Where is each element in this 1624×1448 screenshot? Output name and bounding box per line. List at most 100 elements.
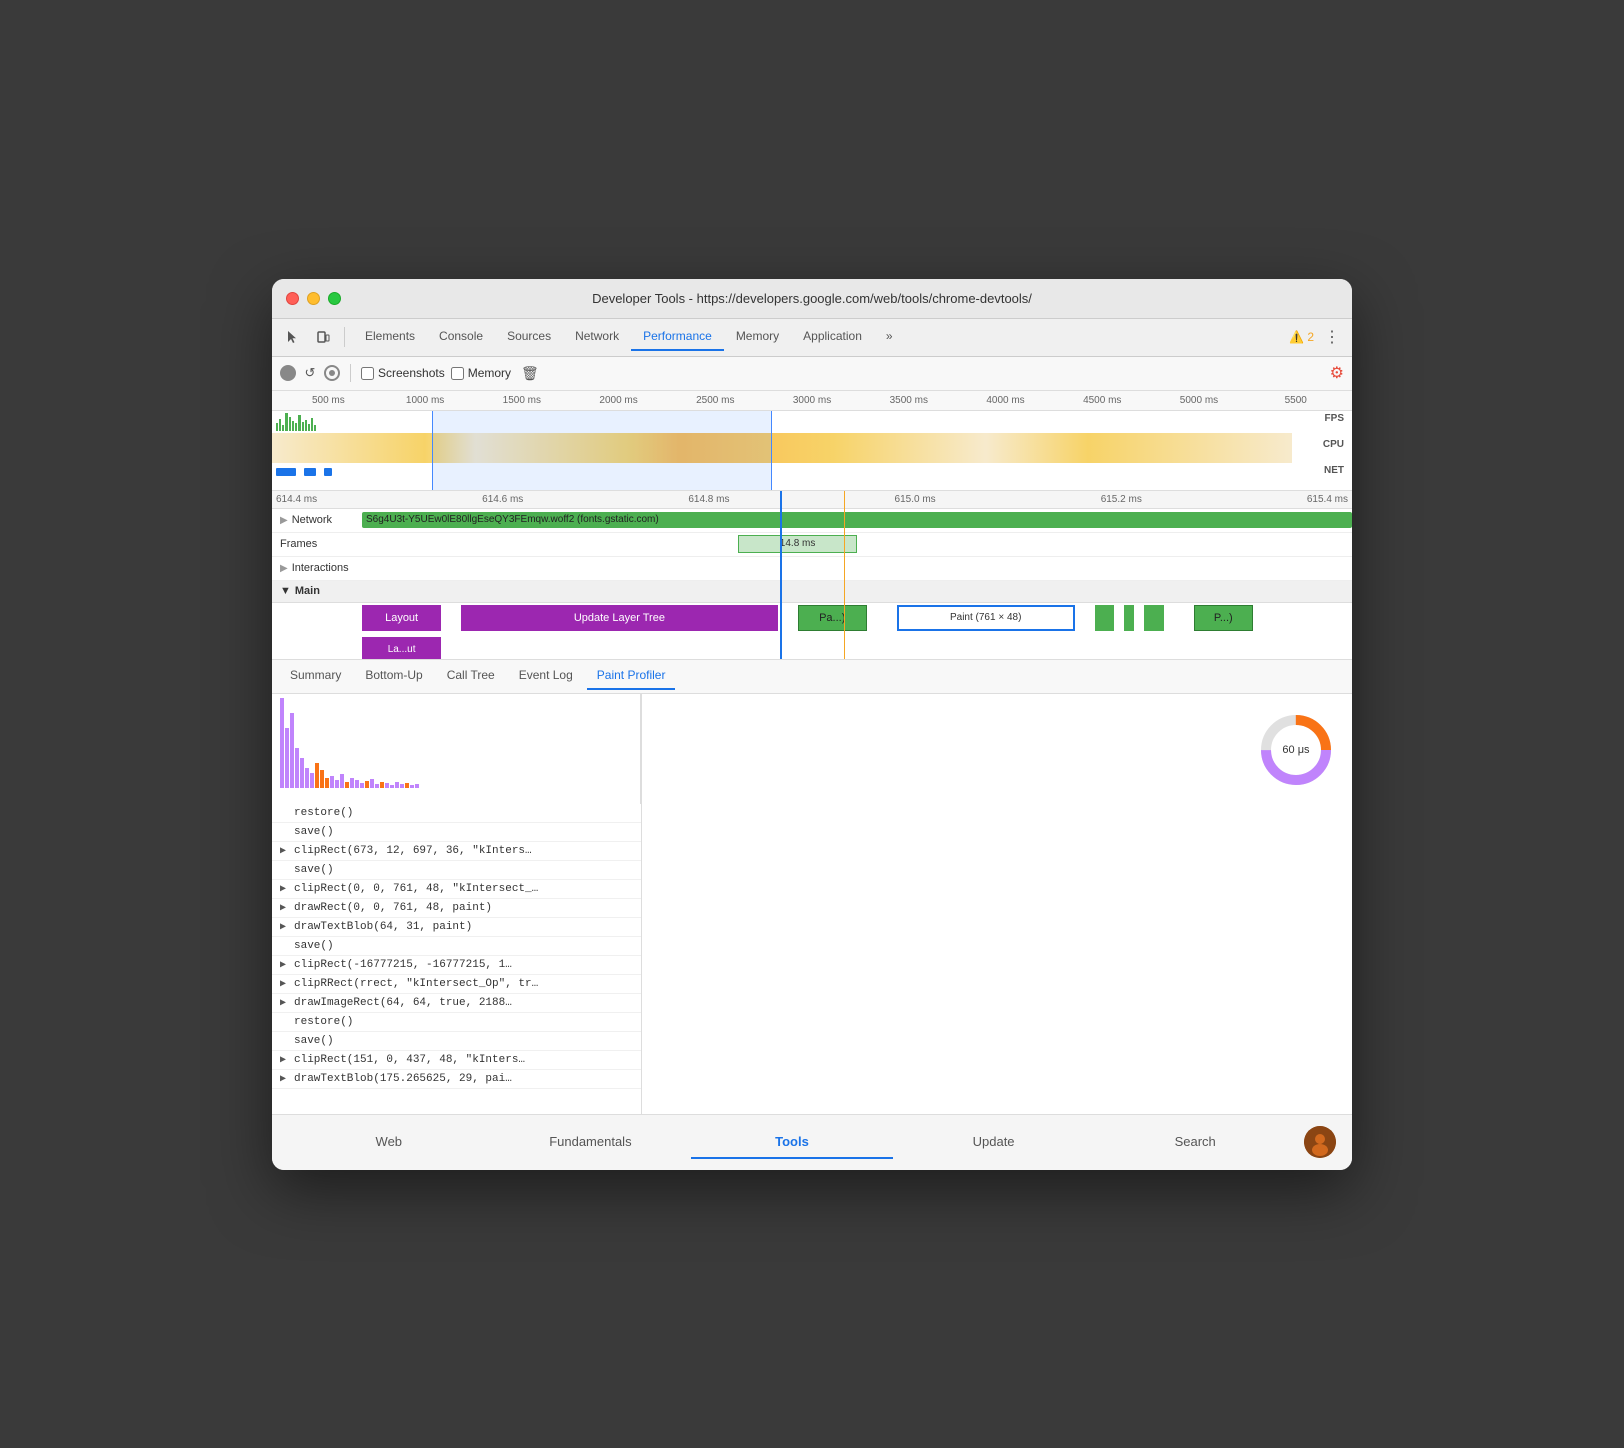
nav-fundamentals[interactable]: Fundamentals xyxy=(490,1126,692,1159)
small-task-2[interactable] xyxy=(1124,605,1134,631)
minimize-button[interactable] xyxy=(307,292,320,305)
nav-tools[interactable]: Tools xyxy=(691,1126,893,1159)
interactions-label: ▶ Interactions xyxy=(272,562,362,574)
ruler-3500: 3500 ms xyxy=(860,395,957,406)
overview-timeline: 500 ms 1000 ms 1500 ms 2000 ms 2500 ms 3… xyxy=(272,391,1352,491)
cpu-label: CPU xyxy=(1323,439,1344,450)
detail-ruler: 614.4 ms 614.6 ms 614.8 ms 615.0 ms 615.… xyxy=(272,491,1352,509)
tab-paint-profiler[interactable]: Paint Profiler xyxy=(587,662,676,690)
device-icon[interactable] xyxy=(310,324,336,350)
cmd-text: drawTextBlob(64, 31, paint) xyxy=(294,921,472,933)
tab-console[interactable]: Console xyxy=(427,323,495,351)
tab-summary[interactable]: Summary xyxy=(280,662,351,690)
cmd-cliprect-1[interactable]: ▶ clipRect(673, 12, 697, 36, "kInters… xyxy=(272,842,641,861)
net-label: NET xyxy=(1324,465,1344,476)
trash-icon[interactable]: 🗑 xyxy=(521,365,539,382)
bottom-content: restore() save() ▶ clipRect(673, 12, 697… xyxy=(272,694,1352,1114)
cmd-text: clipRRect(rrect, "kIntersect_Op", tr… xyxy=(294,978,538,990)
separator-1 xyxy=(344,327,345,347)
memory-checkbox[interactable] xyxy=(451,367,464,380)
tab-application[interactable]: Application xyxy=(791,323,874,351)
paint-chart xyxy=(272,694,641,804)
cmd-save-3[interactable]: save() xyxy=(272,937,641,956)
update-layer-tree-task[interactable]: Update Layer Tree xyxy=(461,605,778,631)
layout-task[interactable]: Layout xyxy=(362,605,441,631)
reload-button[interactable]: ↺ xyxy=(302,365,318,381)
cmd-cliprrect[interactable]: ▶ clipRRect(rrect, "kIntersect_Op", tr… xyxy=(272,975,641,994)
tab-more[interactable]: » xyxy=(874,323,905,351)
cmd-cliprect-2[interactable]: ▶ clipRect(0, 0, 761, 48, "kIntersect_… xyxy=(272,880,641,899)
cmd-text: clipRect(-16777215, -16777215, 1… xyxy=(294,959,512,971)
browser-navbar: Web Fundamentals Tools Update Search xyxy=(272,1114,1352,1170)
settings-icon[interactable]: ⚙ xyxy=(1330,363,1344,383)
tab-sources[interactable]: Sources xyxy=(495,323,563,351)
cmd-restore-2[interactable]: restore() xyxy=(272,1013,641,1032)
tasks-row: Layout Update Layer Tree Pa...) Paint (7… xyxy=(362,603,1352,635)
cmd-text: clipRect(151, 0, 437, 48, "kInters… xyxy=(294,1054,525,1066)
separator xyxy=(350,364,351,382)
cmd-save-4[interactable]: save() xyxy=(272,1032,641,1051)
record-button[interactable] xyxy=(280,365,296,381)
nav-update[interactable]: Update xyxy=(893,1126,1095,1159)
nav-search[interactable]: Search xyxy=(1094,1126,1296,1159)
main-toolbar: Elements Console Sources Network Perform… xyxy=(272,319,1352,357)
ruler-5500: 5500 xyxy=(1247,395,1344,406)
screenshots-checkbox[interactable] xyxy=(361,367,374,380)
detail-timeline: 614.4 ms 614.6 ms 614.8 ms 615.0 ms 615.… xyxy=(272,491,1352,660)
command-list[interactable]: restore() save() ▶ clipRect(673, 12, 697… xyxy=(272,804,642,1114)
network-track-content: S6g4U3t-Y5UEw0lE80llgEseQY3FEmqw.woff2 (… xyxy=(362,509,1352,532)
network-track-row: ▶ Network S6g4U3t-Y5UEw0lE80llgEseQY3FEm… xyxy=(272,509,1352,533)
tab-bottom-up[interactable]: Bottom-Up xyxy=(355,662,432,690)
avatar-container xyxy=(1304,1126,1336,1158)
ruler-5000: 5000 ms xyxy=(1151,395,1248,406)
cmd-drawtextblob-2[interactable]: ▶ drawTextBlob(175.265625, 29, pai… xyxy=(272,1070,641,1089)
preview-area xyxy=(642,806,1352,1114)
p-task[interactable]: P...) xyxy=(1194,605,1253,631)
cmd-cliprect-3[interactable]: ▶ clipRect(-16777215, -16777215, 1… xyxy=(272,956,641,975)
bottom-panel: Summary Bottom-Up Call Tree Event Log Pa… xyxy=(272,660,1352,1114)
cmd-drawimagerect[interactable]: ▶ drawImageRect(64, 64, true, 2188… xyxy=(272,994,641,1013)
ruler-3000: 3000 ms xyxy=(764,395,861,406)
cmd-expand-icon: ▶ xyxy=(280,1073,290,1085)
cmd-text: save() xyxy=(294,940,334,952)
tab-call-tree[interactable]: Call Tree xyxy=(437,662,505,690)
user-avatar[interactable] xyxy=(1304,1126,1336,1158)
cmd-cliprect-4[interactable]: ▶ clipRect(151, 0, 437, 48, "kInters… xyxy=(272,1051,641,1070)
cmd-text: restore() xyxy=(294,1016,353,1028)
timeline-tracks: FPS CPU NET xyxy=(272,411,1352,491)
screenshots-checkbox-label[interactable]: Screenshots xyxy=(361,366,445,380)
ruler-4500: 4500 ms xyxy=(1054,395,1151,406)
ruler-615-2: 615.2 ms xyxy=(1101,494,1142,505)
nav-web[interactable]: Web xyxy=(288,1126,490,1159)
cmd-restore-1[interactable]: restore() xyxy=(272,804,641,823)
close-button[interactable] xyxy=(286,292,299,305)
stop-button[interactable] xyxy=(324,365,340,381)
cmd-text: restore() xyxy=(294,807,353,819)
paint-detail-task[interactable]: Paint (761 × 48) xyxy=(897,605,1075,631)
traffic-lights xyxy=(286,292,341,305)
more-options-icon[interactable]: ⋮ xyxy=(1320,323,1344,351)
tab-network[interactable]: Network xyxy=(563,323,631,351)
tab-elements[interactable]: Elements xyxy=(353,323,427,351)
ruler-4000: 4000 ms xyxy=(957,395,1054,406)
memory-checkbox-label[interactable]: Memory xyxy=(451,366,511,380)
paint-short-task[interactable]: Pa...) xyxy=(798,605,867,631)
frames-track-content: 14.8 ms xyxy=(362,533,1352,556)
cmd-expand-icon: ▶ xyxy=(280,978,290,990)
cmd-save-1[interactable]: save() xyxy=(272,823,641,842)
cmd-text: clipRect(673, 12, 697, 36, "kInters… xyxy=(294,845,532,857)
cursor-icon[interactable] xyxy=(280,324,306,350)
warning-badge[interactable]: ⚠️ 2 xyxy=(1289,330,1314,344)
tab-memory[interactable]: Memory xyxy=(724,323,791,351)
cmd-drawrect[interactable]: ▶ drawRect(0, 0, 761, 48, paint) xyxy=(272,899,641,918)
cmd-drawtextblob-1[interactable]: ▶ drawTextBlob(64, 31, paint) xyxy=(272,918,641,937)
memory-label: Memory xyxy=(468,366,511,380)
maximize-button[interactable] xyxy=(328,292,341,305)
laut-task[interactable]: La...ut xyxy=(362,637,441,659)
window-title: Developer Tools - https://developers.goo… xyxy=(592,291,1032,306)
cmd-save-2[interactable]: save() xyxy=(272,861,641,880)
tab-performance[interactable]: Performance xyxy=(631,323,724,351)
small-task-1[interactable] xyxy=(1095,605,1115,631)
tab-event-log[interactable]: Event Log xyxy=(509,662,583,690)
small-task-3[interactable] xyxy=(1144,605,1164,631)
